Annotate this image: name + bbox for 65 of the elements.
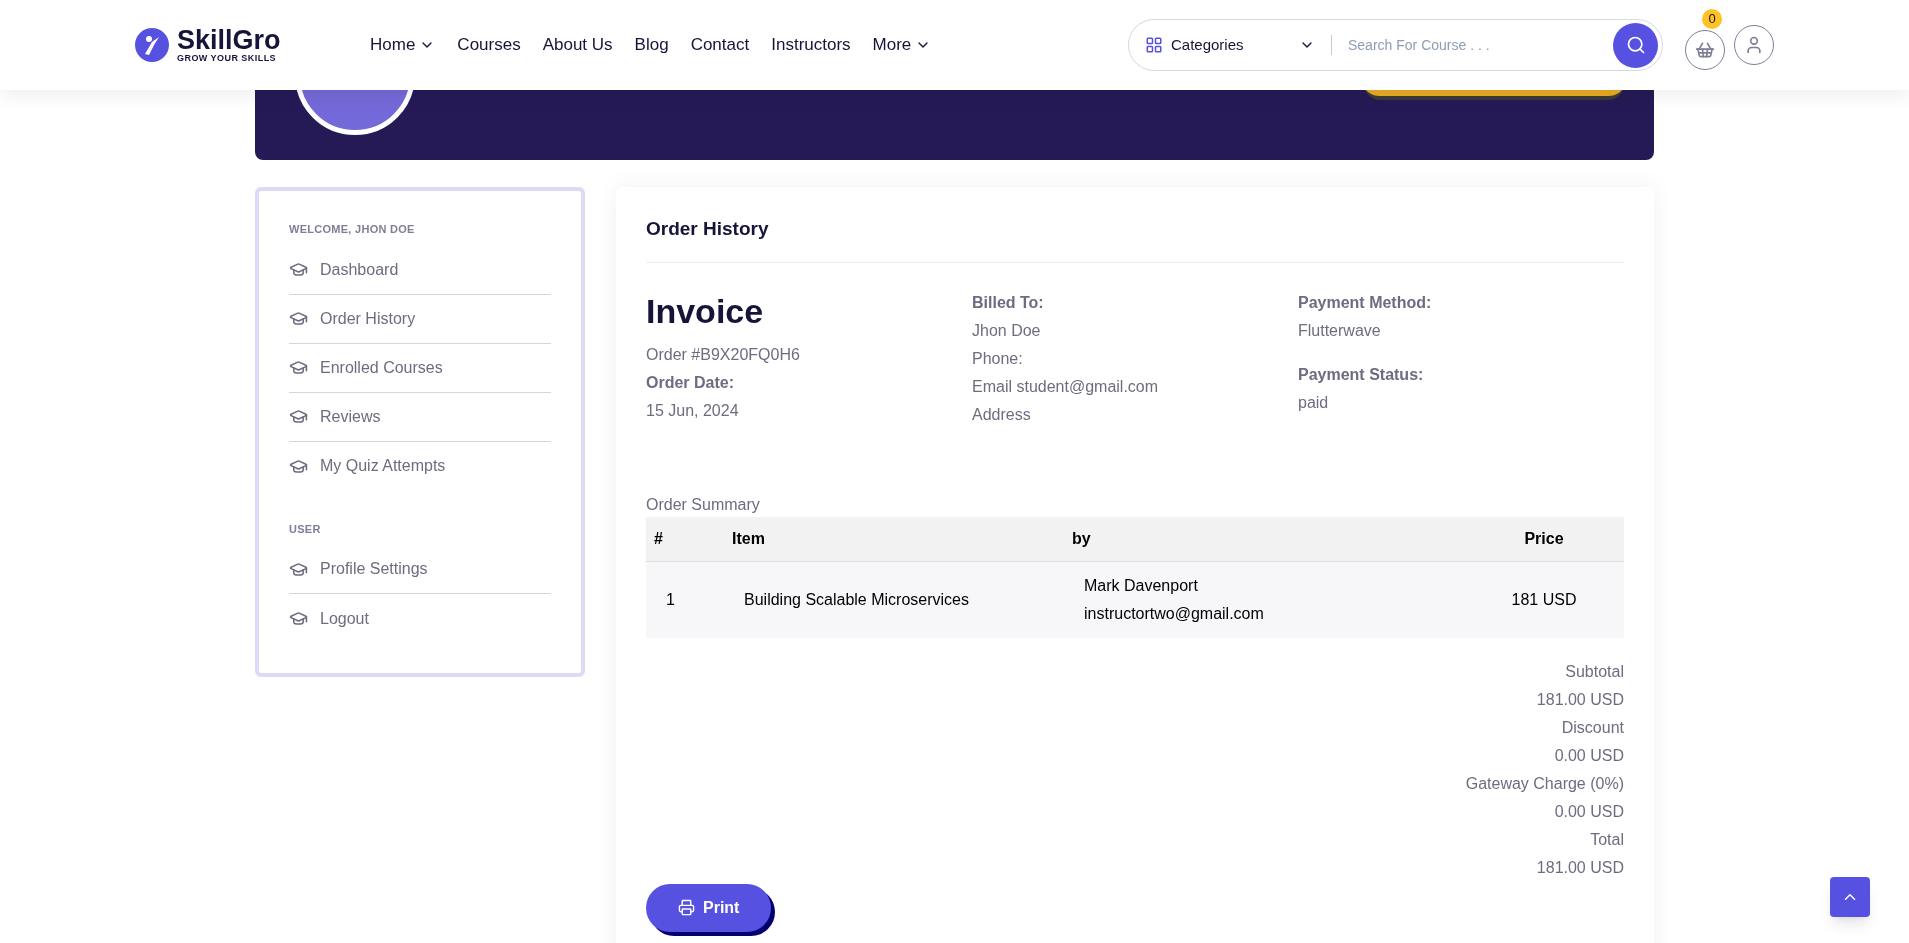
order-number: Order #B9X20FQ0H6 xyxy=(646,344,801,365)
sidebar-item[interactable]: Enrolled Courses xyxy=(289,343,551,393)
total-label: Subtotal xyxy=(1565,661,1624,682)
column-header: # xyxy=(653,528,664,549)
logo-icon xyxy=(135,28,169,62)
sidebar-item[interactable]: Dashboard xyxy=(289,245,551,295)
billing-detail: Address xyxy=(972,404,1032,425)
logo-tagline: GROW YOUR SKILLS xyxy=(177,54,278,63)
table-cell-text: Building Scalable Microservices xyxy=(743,589,970,610)
graduation-cap-icon xyxy=(289,309,308,328)
order-summary-label: Order Summary xyxy=(646,494,761,515)
printer-icon xyxy=(678,899,695,916)
total-value: 181.00 USD xyxy=(1536,689,1624,710)
graduation-cap-icon xyxy=(289,407,308,426)
nav-link[interactable]: Blog xyxy=(634,32,669,58)
sidebar-item[interactable]: Order History xyxy=(289,294,551,344)
column-header: Item xyxy=(731,528,766,549)
column-header: Price xyxy=(1523,528,1565,549)
sidebar-heading: WELCOME, JHON DOE xyxy=(289,222,416,237)
table-cell-text: instructortwo@gmail.com xyxy=(1084,603,1265,624)
billing-detail: Jhon Doe xyxy=(972,320,1042,341)
billing-detail: Phone: xyxy=(972,348,1024,369)
nav-link[interactable]: Courses xyxy=(457,32,521,58)
logo-name: SkillGro xyxy=(177,27,281,54)
payment-method-label: Payment Method: xyxy=(1298,292,1433,313)
graduation-cap-icon xyxy=(289,260,308,279)
sidebar-heading: USER xyxy=(289,521,322,537)
total-label: Discount xyxy=(1561,717,1624,738)
order-date: 15 Jun, 2024 xyxy=(646,400,740,421)
column-header: by xyxy=(1071,528,1092,549)
graduation-cap-icon xyxy=(289,609,308,628)
cart-count-badge: 0 xyxy=(1702,9,1722,29)
total-value: 181.00 USD xyxy=(1536,857,1624,878)
categories-dropdown[interactable]: Categories xyxy=(1145,33,1315,57)
table-cell-text: Mark Davenport xyxy=(1084,575,1199,596)
search-button[interactable] xyxy=(1613,22,1658,68)
payment-method: Flutterwave xyxy=(1298,320,1382,341)
total-value: 0.00 USD xyxy=(1554,745,1624,766)
total-label: Gateway Charge (0%) xyxy=(1465,773,1624,794)
order-date-label: Order Date: xyxy=(646,372,736,393)
graduation-cap-icon xyxy=(289,358,308,377)
nav-link[interactable]: About Us xyxy=(542,32,613,58)
payment-status-label: Payment Status: xyxy=(1298,364,1425,385)
sidebar-item[interactable]: My Quiz Attempts xyxy=(289,441,551,491)
total-label: Total xyxy=(1590,829,1624,850)
sidebar-item[interactable]: Profile Settings xyxy=(289,545,551,594)
sidebar-item[interactable]: Logout xyxy=(289,594,551,643)
nav-link[interactable]: More xyxy=(872,32,932,58)
nav-link[interactable]: Contact xyxy=(690,32,750,58)
user-icon xyxy=(1744,35,1764,55)
total-value: 0.00 USD xyxy=(1554,801,1624,822)
billed-to-label: Billed To: xyxy=(972,292,1045,313)
table-cell-text: 181 USD xyxy=(1510,589,1578,610)
search-field[interactable]: Search For Course . . . xyxy=(1348,34,1613,56)
billing-detail: Email student@gmail.com xyxy=(972,376,1160,397)
section-title: Order History xyxy=(646,215,1624,263)
grid-icon xyxy=(1145,36,1163,54)
basket-icon xyxy=(1695,40,1715,60)
table-cell-text: 1 xyxy=(665,589,676,610)
search-icon xyxy=(1625,35,1646,55)
payment-status: paid xyxy=(1298,392,1330,413)
nav-link[interactable]: Instructors xyxy=(771,32,851,58)
nav-link[interactable]: Home xyxy=(370,32,436,58)
invoice-title: Invoice xyxy=(646,290,765,332)
sidebar-item[interactable]: Reviews xyxy=(289,392,551,442)
